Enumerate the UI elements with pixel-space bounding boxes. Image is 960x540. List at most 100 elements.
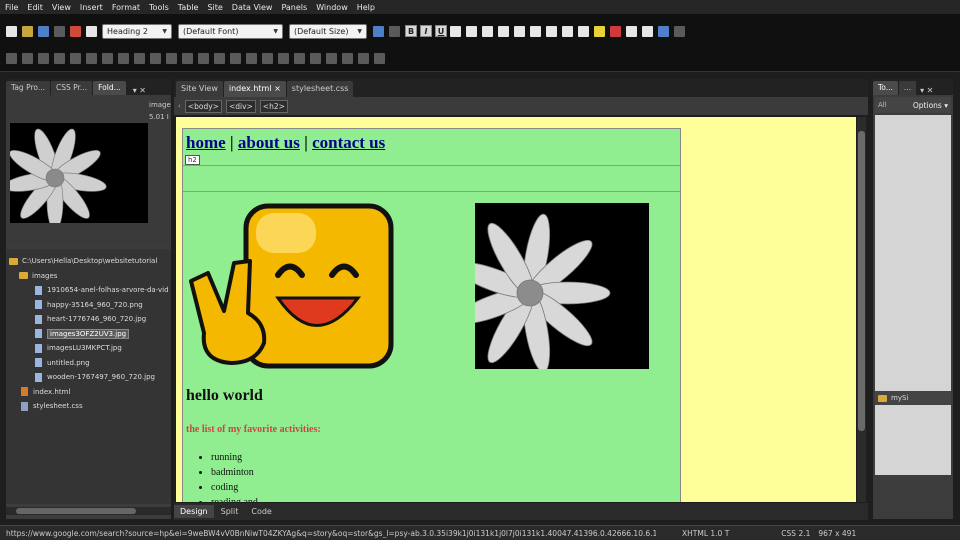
tab-index-html[interactable]: index.html × [223, 81, 286, 97]
menu-item-help[interactable]: Help [357, 3, 375, 12]
design-canvas[interactable]: home | about us | contact us h2 hello wo… [176, 117, 856, 502]
outdent-icon[interactable] [546, 25, 557, 37]
tag-h2[interactable]: <h2> [259, 99, 288, 113]
tool-18-icon[interactable] [278, 52, 289, 64]
tree-item[interactable]: heart-1776746_960_720.jpg [9, 312, 168, 327]
tool-6-icon[interactable] [86, 52, 97, 64]
list-item[interactable]: coding [211, 482, 265, 497]
insert-media-icon[interactable] [674, 25, 685, 37]
tab-stylesheet-css[interactable]: stylesheet.css [286, 81, 354, 97]
menu-item-insert[interactable]: Insert [80, 3, 103, 12]
scroll-thumb[interactable] [858, 131, 865, 431]
nav-link-about[interactable]: about us [238, 133, 300, 152]
tab-css-properties[interactable]: CSS Pr... [51, 81, 93, 95]
tool-21-icon[interactable] [326, 52, 337, 64]
bullet-list-icon[interactable] [530, 25, 541, 37]
menu-item-window[interactable]: Window [316, 3, 348, 12]
menu-item-data-view[interactable]: Data View [232, 3, 273, 12]
highlight-icon[interactable] [594, 25, 605, 37]
menu-item-edit[interactable]: Edit [27, 3, 43, 12]
tool-24-icon[interactable] [374, 52, 385, 64]
undo-icon[interactable] [373, 25, 384, 37]
indent-icon[interactable] [562, 25, 573, 37]
tab-design[interactable]: Design [174, 505, 214, 518]
tag-body[interactable]: <body> [184, 99, 222, 113]
insert-image-icon[interactable] [658, 25, 669, 37]
tool-2-icon[interactable] [22, 52, 33, 64]
tool-23-icon[interactable] [358, 52, 369, 64]
options-menu[interactable]: Options ▾ [913, 101, 948, 110]
insert-table-icon[interactable] [626, 25, 637, 37]
tab-folders[interactable]: Fold... [93, 81, 126, 95]
list-item[interactable]: reading and... [211, 497, 265, 502]
nav-link-home[interactable]: home [186, 133, 226, 152]
menu-item-tools[interactable]: Tools [149, 3, 169, 12]
close-icon[interactable]: × [274, 84, 281, 93]
doctype-indicator[interactable]: XHTML 1.0 T [682, 529, 729, 538]
tool-11-icon[interactable] [166, 52, 177, 64]
tool-16-icon[interactable] [246, 52, 257, 64]
css-version-indicator[interactable]: CSS 2.1 [781, 529, 810, 538]
tool-14-icon[interactable] [214, 52, 225, 64]
menu-item-format[interactable]: Format [112, 3, 140, 12]
open-icon[interactable] [22, 25, 33, 37]
list-item[interactable]: running [211, 452, 265, 467]
tree-root[interactable]: C:\Users\Hella\Desktop\websitetutorial [9, 254, 168, 269]
tree-item[interactable]: images3OFZ2UV3.jpg [9, 327, 168, 342]
tool-17-icon[interactable] [262, 52, 273, 64]
flower-image[interactable] [475, 203, 649, 369]
tool-22-icon[interactable] [342, 52, 353, 64]
tab-other[interactable]: ... [898, 81, 917, 95]
menu-item-view[interactable]: View [52, 3, 71, 12]
tool-5-icon[interactable] [70, 52, 81, 64]
tree-item[interactable]: images [9, 269, 168, 284]
tree-item[interactable]: 1910654-anel-folhas-arvore-da-vid [9, 283, 168, 298]
site-item[interactable]: mySi [875, 391, 951, 405]
redo-icon[interactable] [389, 25, 400, 37]
tool-10-icon[interactable] [150, 52, 161, 64]
tree-item[interactable]: wooden-1767497_960_720.jpg [9, 370, 168, 385]
happy-emoji-image[interactable] [186, 203, 396, 371]
tab-tag-properties[interactable]: Tag Pro... [6, 81, 50, 95]
justify-icon[interactable] [498, 25, 509, 37]
pin-icon[interactable]: ▾ ✕ [133, 86, 146, 95]
tree-item[interactable]: untitled.png [9, 356, 168, 371]
tab-code[interactable]: Code [245, 505, 277, 518]
menu-item-file[interactable]: File [5, 3, 18, 12]
align-left-icon[interactable] [450, 25, 461, 37]
left-panel-scrollbar[interactable] [6, 507, 171, 515]
bold-button[interactable]: B [405, 25, 417, 37]
page-container[interactable]: home | about us | contact us h2 hello wo… [182, 128, 681, 502]
tool-1-icon[interactable] [6, 52, 17, 64]
menu-item-table[interactable]: Table [178, 3, 199, 12]
save-all-icon[interactable] [54, 25, 65, 37]
tab-toolbox[interactable]: To... [873, 81, 898, 95]
tree-item[interactable]: stylesheet.css [9, 399, 168, 414]
tag-div[interactable]: <div> [225, 99, 256, 113]
nav-link-contact[interactable]: contact us [312, 133, 385, 152]
page-heading[interactable]: hello world [186, 387, 263, 405]
list-item[interactable]: badminton [211, 467, 265, 482]
insert-layer-icon[interactable] [642, 25, 653, 37]
numbered-list-icon[interactable] [514, 25, 525, 37]
tree-item[interactable]: happy-35164_960_720.png [9, 298, 168, 313]
tab-site-view[interactable]: Site View [176, 81, 223, 97]
tool-13-icon[interactable] [198, 52, 209, 64]
tab-split[interactable]: Split [215, 505, 245, 518]
font-select[interactable]: (Default Font) ▼ [178, 23, 283, 39]
menu-item-panels[interactable]: Panels [281, 3, 307, 12]
list-title[interactable]: the list of my favorite activities: [186, 424, 321, 435]
tree-item[interactable]: index.html [9, 385, 168, 400]
italic-button[interactable]: I [420, 25, 432, 37]
tool-12-icon[interactable] [182, 52, 193, 64]
font-color-icon[interactable] [610, 25, 621, 37]
tool-9-icon[interactable] [134, 52, 145, 64]
tree-item[interactable]: imagesLU3MKPCT.jpg [9, 341, 168, 356]
pin-icon[interactable]: ▾ ✕ [920, 86, 933, 95]
tag-bar-arrow-icon[interactable]: ‹ [178, 102, 181, 110]
preview-icon[interactable] [86, 25, 97, 37]
tool-3-icon[interactable] [38, 52, 49, 64]
tool-15-icon[interactable] [230, 52, 241, 64]
size-select[interactable]: (Default Size) ▼ [289, 23, 367, 39]
new-page-icon[interactable] [6, 25, 17, 37]
